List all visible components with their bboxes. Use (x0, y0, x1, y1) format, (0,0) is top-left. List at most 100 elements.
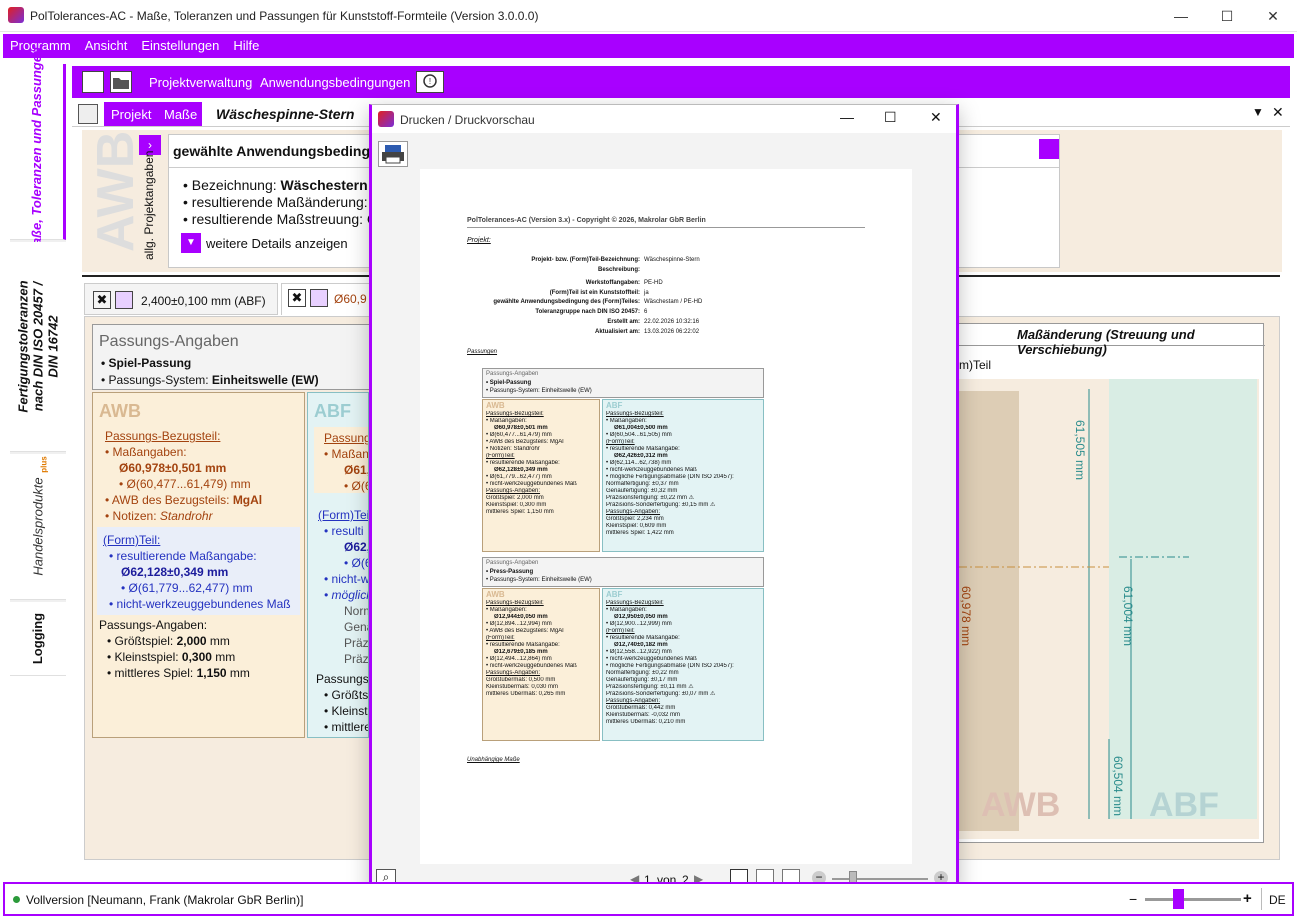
preview-line: • Ø(62,114...62,738) mm (606, 460, 672, 466)
preview-abf-lines: Passungs-Bezugsteil: • Maßangaben: Ø61,004… (606, 411, 762, 537)
res-range: • Ø(61,779...62,477) mm (121, 581, 253, 595)
preview-line: Kleinstspiel: 0,300 mm (486, 502, 547, 508)
anwendungsbedingung-heading: gewählte Anwendungsbedingun (173, 143, 388, 159)
preview-line: (Form)Teil: (486, 635, 515, 641)
zoom-plus[interactable]: + (1243, 890, 1252, 907)
preview-line: Passungs-Angaben: (486, 670, 541, 676)
side-tab-handelsprodukte[interactable]: Handelsprodukte plus (10, 454, 66, 600)
diagram-svg (959, 379, 1257, 831)
passungs-angaben-box: Passungs-Angaben • Spiel-Passung • Passu… (92, 324, 378, 390)
preview-projekt: Projekt: (467, 237, 491, 244)
preview-fit-type: • Press-Passung (486, 569, 534, 575)
side-tab-fertigungstoleranzen[interactable]: Fertigungstoleranzen nach DIN ISO 20457 … (10, 242, 66, 452)
preview-value: Wäschestam / PE-HD (644, 299, 703, 305)
preview-line: Passungs-Bezugsteil: (486, 411, 544, 417)
bezugsteil-link[interactable]: Passungs-Bezugsteil: (105, 429, 220, 443)
preview-line: Passungs-Angaben: (606, 698, 661, 704)
preview-fit-system: • Passungs-System: Einheitswelle (EW) (486, 388, 592, 394)
status-slider-track[interactable] (1145, 898, 1241, 901)
side-tab-logging-label: Logging (30, 612, 46, 665)
abf-line: Passungs (324, 431, 368, 445)
abf-line: • mittlere (324, 720, 369, 734)
abf-line: Passungs- (316, 672, 369, 686)
side-tab-logging[interactable]: Logging (10, 602, 66, 676)
preview-line: Präzisions-Sonderfertigung: ±0,07 mm ⚠ (606, 691, 716, 697)
preview-label: Toleranzgruppe nach DIN ISO 20457: (535, 309, 640, 315)
edit-icon[interactable] (310, 289, 328, 307)
preview-line: • Ø(60,477...61,479) mm (486, 432, 552, 438)
new-document-icon[interactable] (82, 71, 104, 93)
preview-line: Präzisionsfertigung: ±0,11 mm ⚠ (606, 684, 694, 690)
language-indicator[interactable]: DE (1269, 893, 1286, 907)
close-button[interactable]: ✕ (1258, 6, 1288, 26)
dialog-close[interactable]: ✕ (930, 109, 942, 126)
open-folder-icon[interactable] (110, 71, 132, 93)
preview-awb-title: AWB (486, 401, 505, 410)
details-link[interactable]: weitere Details anzeigen (206, 236, 348, 251)
dialog-minimize[interactable]: — (840, 109, 854, 125)
save-icon[interactable] (78, 104, 98, 124)
side-tab-masse-label: Maße, Toleranzen und Passungen (29, 47, 44, 256)
delete-icon[interactable]: ✖ (288, 289, 306, 307)
status-text: Vollversion [Neumann, Frank (Makrolar Gb… (26, 893, 304, 907)
preview-line: Größtübermaß: 0,500 mm (486, 677, 556, 683)
menu-hilfe[interactable]: Hilfe (226, 34, 266, 58)
edit-pencil-icon[interactable] (1039, 139, 1059, 159)
side-tab-fertigungstoleranzen-label: Fertigungstoleranzen nach DIN ISO 20457 … (15, 280, 61, 413)
delete-icon[interactable]: ✖ (93, 291, 111, 309)
print-preview-page: PolTolerances-AC (Version 3.x) - Copyrig… (420, 169, 912, 864)
anwendungsbedingungen-link[interactable]: Anwendungsbedingungen (260, 75, 410, 90)
kleinstspiel-value: 0,300 (181, 650, 212, 664)
abf-line: Gena (344, 620, 368, 634)
bezeichnung-line: • Bezeichnung: Wäschestern / (183, 177, 375, 193)
preview-line: • nicht-werkzeuggebundenes Maß (486, 481, 577, 487)
dropdown-arrow-icon[interactable]: ▼ (1252, 105, 1264, 119)
dim-tab-1[interactable]: ✖ 2,400±0,100 mm (ABF) (84, 283, 278, 315)
menu-bar: Programm Ansicht Einstellungen Hilfe (3, 34, 1294, 58)
dim-tab-2[interactable]: ✖ Ø60,9 (281, 283, 371, 315)
zoom-slider-track[interactable] (832, 878, 928, 880)
preview-line: Passungs-Bezugsteil: (606, 600, 664, 606)
abf-line: • möglich (324, 588, 369, 602)
maximize-button[interactable]: ☐ (1212, 6, 1242, 26)
awb-watermark: AWB (981, 786, 1061, 824)
status-slider-thumb[interactable] (1173, 889, 1184, 909)
menu-einstellungen[interactable]: Einstellungen (134, 34, 226, 58)
abf-line: • Ø(60 (344, 479, 368, 493)
projektverwaltung-link[interactable]: Projektverwaltung (149, 75, 252, 90)
expand-details-icon[interactable]: ▼ (181, 233, 201, 253)
menu-ansicht[interactable]: Ansicht (78, 34, 135, 58)
notizen-value: Standrohr (159, 509, 213, 523)
preview-line: • mögliche Fertigungsabmaße (DIN ISO 204… (606, 663, 734, 669)
abf-line: • resulti (324, 524, 364, 538)
formteil-link[interactable]: (Form)Teil: (103, 533, 160, 547)
preview-value: PE-HD (644, 280, 663, 286)
preview-line: • Ø(61,779...62,477) mm (486, 474, 552, 480)
side-tab-masse[interactable]: Maße, Toleranzen und Passungen (10, 47, 66, 256)
minimize-button[interactable]: — (1166, 6, 1196, 26)
notizen-label: • Notizen: (105, 509, 160, 523)
tab-masse[interactable]: Maße (164, 107, 197, 122)
passungs-title: Passungs-Angaben (99, 333, 239, 350)
preview-fit2-abf: ABF Passungs-Bezugsteil: • Maßangaben: Ø12… (602, 588, 764, 741)
res-streuung: • resultierende Maßstreuung: C (183, 211, 377, 227)
edit-icon[interactable] (115, 291, 133, 309)
diagram-canvas (959, 379, 1259, 839)
abf-line: • Maßan (324, 447, 369, 461)
tab-projekt[interactable]: Projekt (111, 107, 151, 122)
status-dot-icon (13, 896, 20, 903)
close-project-icon[interactable]: ✕ (1272, 104, 1284, 121)
plus-badge: plus (39, 456, 49, 473)
preview-line: Größtspiel: 2,234 mm (606, 516, 664, 522)
unit: mm (226, 666, 250, 680)
awb-bezug-value: MgAl (232, 493, 263, 507)
zoom-minus[interactable]: − (1129, 891, 1137, 907)
info-bubble-icon[interactable]: ! (416, 71, 444, 93)
preview-line: (Form)Teil: (606, 628, 635, 634)
print-icon[interactable] (378, 141, 408, 167)
window-title: PolTolerances-AC - Maße, Toleranzen und … (30, 9, 539, 23)
abf-line: • Kleinsts (324, 704, 369, 718)
preview-line: Kleinstübermaß: -0,032 mm (606, 712, 681, 718)
preview-line: Ø60,978±0,501 mm (494, 425, 548, 431)
dialog-maximize[interactable]: ☐ (884, 109, 897, 126)
